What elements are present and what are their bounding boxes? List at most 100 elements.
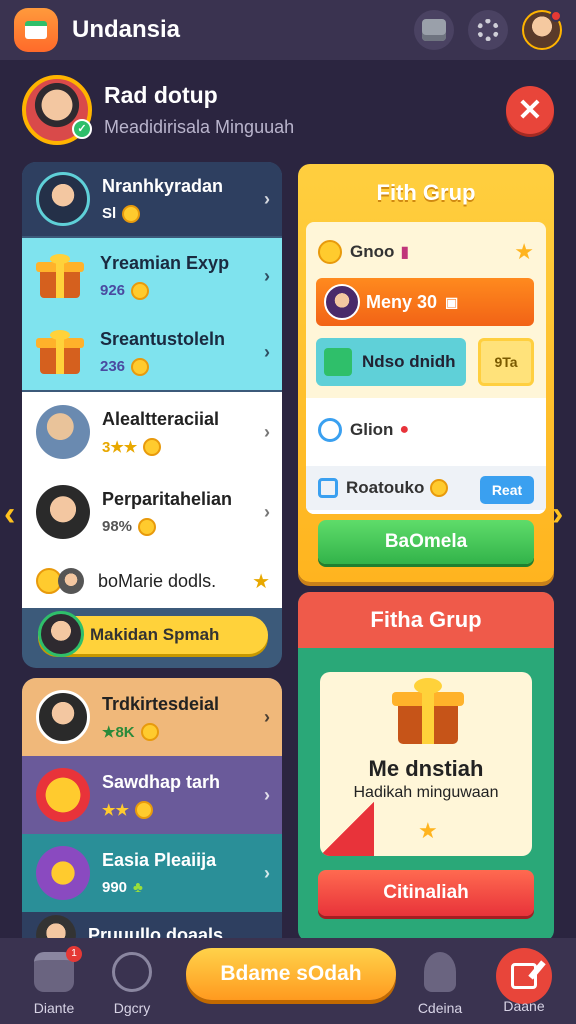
cup-icon — [324, 348, 352, 376]
teal-label: Ndso dnidh — [362, 352, 456, 371]
list-item-value: ★8K — [102, 723, 135, 741]
group-card: Fith Grup Gnoo ▮ ★ Meny 30 ▣ Ndso dnidh … — [298, 164, 554, 582]
coin-icon — [430, 479, 449, 497]
chevron-right-icon: › — [264, 341, 270, 362]
nav-profile[interactable]: Cdeina — [400, 952, 480, 1016]
search-icon — [112, 952, 152, 992]
chevron-right-icon: › — [264, 501, 270, 522]
reward-card-header: Fitha Grup — [298, 592, 554, 648]
avatar — [36, 690, 90, 744]
avatar — [36, 172, 90, 226]
profile-header: ✓ Rad dotup Meadidirisala Minguuah ✕ — [0, 60, 576, 160]
coin-icon — [131, 357, 150, 376]
gift-badge-icon — [36, 846, 90, 900]
group-list-panel: Nranhkyradan Sl › Yreamian Exyp 926 › Sr… — [22, 162, 282, 668]
list-item[interactable]: Perparitahelian 98% › — [22, 474, 282, 550]
nav-label: Diante — [33, 1000, 75, 1016]
edit-icon — [511, 960, 546, 989]
coin-icon — [138, 517, 157, 536]
notification-dot: 1 — [66, 946, 82, 962]
list-item-value: 236 — [100, 358, 126, 375]
coin-icon — [122, 204, 141, 223]
close-button[interactable]: ✕ — [506, 86, 554, 134]
nav-search[interactable]: Dgcry — [92, 952, 172, 1016]
list-item-title: Sawdhap tarh — [102, 771, 221, 792]
card-row[interactable]: Gnoo ▮ ★ — [306, 232, 546, 272]
potion-icon: ▮ — [400, 244, 410, 261]
user-avatar[interactable] — [522, 10, 562, 50]
list-item[interactable]: Yreamian Exyp 926 › — [22, 238, 282, 314]
list-item[interactable]: Sreantustoleln 236 › — [22, 314, 282, 390]
list-item-value: 926 — [100, 282, 126, 299]
settings-gear-icon[interactable] — [468, 10, 508, 50]
highlight-row[interactable]: Meny 30 ▣ — [316, 278, 534, 326]
group-pill-button[interactable]: Makidan Spmah — [38, 611, 268, 657]
chevron-right-icon: › — [264, 421, 270, 442]
clover-icon: ♣ — [133, 879, 143, 896]
ribbon-corner — [320, 802, 374, 856]
home-icon: 1 — [34, 946, 82, 992]
avatar — [58, 568, 84, 594]
list-item[interactable]: Nranhkyradan Sl › — [22, 162, 282, 236]
card-row-label: Glion — [350, 420, 394, 439]
list-item-title: Nranhkyradan — [102, 175, 224, 196]
gift-icon — [36, 330, 84, 374]
list-item-title: Yreamian Exyp — [100, 252, 230, 273]
prev-arrow-icon[interactable]: ‹ — [4, 494, 26, 534]
next-arrow-icon[interactable]: › — [552, 494, 574, 534]
list-item-value: 98% — [102, 518, 133, 535]
coin-icon — [143, 437, 162, 456]
avatar — [36, 405, 90, 459]
avatar — [36, 485, 90, 539]
card-row-label: Roatouko — [346, 478, 425, 497]
nav-label: Daane — [503, 998, 545, 1014]
nav-label: Cdeina — [417, 1000, 463, 1016]
list-item-title: Easia Pleaiija — [102, 850, 217, 870]
value-tag: 9Ta — [478, 338, 534, 386]
card-row-label: Gnoo — [350, 242, 395, 261]
edit-button[interactable] — [496, 948, 552, 1004]
coin-badge-icon — [36, 768, 90, 822]
list-item[interactable]: Trdkirtesdeial ★8K › — [22, 678, 282, 756]
teal-row[interactable]: Ndso dnidh — [316, 338, 466, 386]
avatar — [38, 611, 84, 657]
chevron-right-icon: › — [264, 862, 270, 883]
reward-title: Me dnstiah — [368, 756, 484, 781]
notification-dot — [550, 10, 562, 22]
play-button[interactable]: Bdame sOdah — [186, 948, 396, 1000]
highlight-label: Meny 30 — [366, 291, 438, 312]
app-title: Undansia — [72, 16, 181, 43]
reat-button[interactable]: Reat — [480, 476, 534, 504]
list-item-title: Sreantustoleln — [100, 328, 226, 349]
card-content: Gnoo ▮ ★ Meny 30 ▣ Ndso dnidh 9Ta Glion … — [306, 222, 546, 514]
card-title: Fith Grup — [376, 180, 476, 205]
list-item-title: boMarie dodls. — [98, 570, 217, 591]
primary-green-button[interactable]: BaOmela — [318, 520, 534, 564]
group-list-panel-2: Trdkirtesdeial ★8K › Sawdhap tarh ★★ › E… — [22, 678, 282, 958]
list-item[interactable]: Sawdhap tarh ★★ › — [22, 756, 282, 834]
list-item[interactable]: Alealtteraciial 3★★ › — [22, 394, 282, 470]
gift-icon — [392, 678, 464, 744]
profile-avatar[interactable]: ✓ — [22, 75, 92, 145]
star-icon: ★ — [418, 818, 438, 843]
chat-icon: ▣ — [445, 293, 459, 310]
list-item[interactable]: Easia Pleaiija 990 ♣ › — [22, 834, 282, 912]
list-item-title: Alealtteraciial — [102, 408, 220, 429]
list-item-value: 3★★ — [102, 438, 138, 456]
card-row[interactable]: Glion ● — [306, 410, 546, 450]
app-logo-icon[interactable] — [14, 8, 58, 52]
list-item-title: Perparitahelian — [102, 488, 233, 509]
profile-name: Rad dotup — [104, 82, 218, 108]
chevron-right-icon: › — [264, 188, 270, 209]
list-item-value: ★★ — [102, 801, 129, 819]
chevron-right-icon: › — [264, 784, 270, 805]
nav-home[interactable]: 1 Diante — [14, 946, 94, 1016]
badge-icon: ● — [399, 421, 410, 438]
coin-icon — [140, 722, 159, 741]
nav-label: Dgcry — [113, 1000, 151, 1016]
claim-button[interactable]: Citinaliah — [318, 870, 534, 916]
star-icon: ★ — [252, 570, 270, 593]
list-item-value: 990 — [102, 879, 128, 896]
list-item[interactable]: boMarie dodls. ★ — [22, 554, 282, 608]
coins-icon[interactable] — [414, 10, 454, 50]
